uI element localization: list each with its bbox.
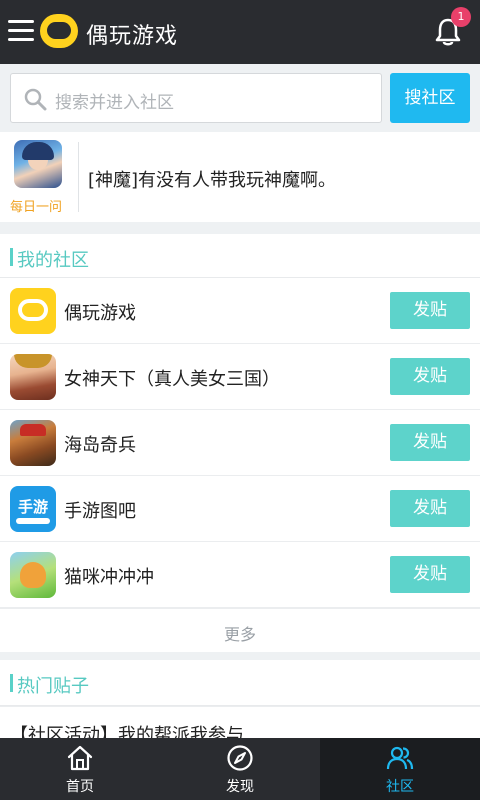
app-title: 偶玩游戏 bbox=[86, 24, 179, 49]
more-row[interactable]: 更多 bbox=[0, 608, 480, 652]
section-marker bbox=[10, 674, 13, 692]
nav-community-label: 社区 bbox=[386, 779, 414, 795]
icon-bar bbox=[16, 518, 50, 524]
nav-discover[interactable]: 发现 bbox=[160, 738, 320, 800]
community-row-ouwan[interactable]: 偶玩游戏 发贴 bbox=[0, 278, 480, 344]
daily-question-text[interactable]: [神魔]有没有人带我玩神魔啊。 bbox=[88, 166, 336, 192]
search-community-button[interactable]: 搜社区 bbox=[390, 73, 470, 123]
cat-game-icon[interactable] bbox=[10, 552, 56, 598]
compass-icon bbox=[227, 745, 253, 771]
post-button[interactable]: 发贴 bbox=[390, 358, 470, 395]
daily-question-label: 每日一问 bbox=[10, 200, 63, 215]
bottom-nav: 首页 发现 社区 bbox=[0, 738, 480, 800]
nav-community[interactable]: 社区 bbox=[320, 738, 480, 800]
top-bar: 偶玩游戏 1 bbox=[0, 0, 480, 64]
search-icon bbox=[24, 88, 47, 111]
search-input[interactable]: 搜索并进入社区 bbox=[10, 73, 382, 123]
nav-discover-label: 发现 bbox=[226, 779, 254, 795]
community-row-cat[interactable]: 猫咪冲冲冲 发贴 bbox=[0, 542, 480, 608]
post-button[interactable]: 发贴 bbox=[390, 556, 470, 593]
community-row-boom-beach[interactable]: 海岛奇兵 发贴 bbox=[0, 410, 480, 476]
my-community-header: 我的社区 bbox=[0, 234, 480, 278]
shouyou-tuba-icon[interactable]: 手游 bbox=[10, 486, 56, 532]
community-icon bbox=[386, 746, 414, 770]
hot-posts-header: 热门贴子 bbox=[0, 660, 480, 706]
nav-home[interactable]: 首页 bbox=[0, 738, 160, 800]
icon-text: 手游 bbox=[17, 498, 48, 516]
community-name[interactable]: 偶玩游戏 bbox=[64, 299, 136, 325]
search-row: 搜索并进入社区 搜社区 bbox=[0, 64, 480, 132]
my-community-title: 我的社区 bbox=[17, 250, 89, 271]
section-marker bbox=[10, 248, 13, 266]
ouwan-logo-icon[interactable] bbox=[10, 288, 56, 334]
home-icon bbox=[67, 745, 93, 771]
community-name[interactable]: 猫咪冲冲冲 bbox=[64, 563, 154, 589]
boom-beach-icon[interactable] bbox=[10, 420, 56, 466]
community-list: 偶玩游戏 发贴 女神天下（真人美女三国） 发贴 海岛奇兵 发贴 手游 手游图吧 … bbox=[0, 278, 480, 652]
post-button[interactable]: 发贴 bbox=[390, 424, 470, 461]
goddess-game-icon[interactable] bbox=[10, 354, 56, 400]
menu-icon[interactable] bbox=[8, 20, 34, 42]
community-row-tuba[interactable]: 手游 手游图吧 发贴 bbox=[0, 476, 480, 542]
hot-posts-title: 热门贴子 bbox=[17, 676, 89, 697]
app-logo-icon bbox=[40, 14, 78, 48]
community-name[interactable]: 海岛奇兵 bbox=[64, 431, 136, 457]
community-row-goddess[interactable]: 女神天下（真人美女三国） 发贴 bbox=[0, 344, 480, 410]
daily-question-card[interactable]: 每日一问 [神魔]有没有人带我玩神魔啊。 bbox=[0, 132, 480, 222]
community-name[interactable]: 女神天下（真人美女三国） bbox=[64, 365, 280, 391]
post-button[interactable]: 发贴 bbox=[390, 490, 470, 527]
notification-badge: 1 bbox=[451, 7, 471, 27]
more-link[interactable]: 更多 bbox=[0, 621, 480, 645]
divider bbox=[78, 142, 79, 212]
community-name[interactable]: 手游图吧 bbox=[64, 497, 136, 523]
notification-button[interactable]: 1 bbox=[432, 7, 471, 48]
daily-question-avatar bbox=[14, 140, 62, 188]
nav-home-label: 首页 bbox=[66, 779, 94, 795]
post-button[interactable]: 发贴 bbox=[390, 292, 470, 329]
search-placeholder: 搜索并进入社区 bbox=[55, 93, 174, 113]
